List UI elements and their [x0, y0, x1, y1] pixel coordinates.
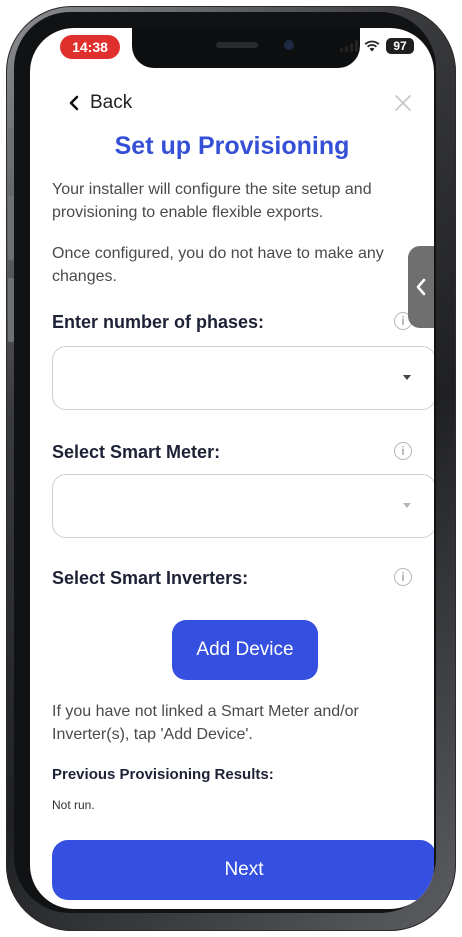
app-screen: 14:38 97 Back Set up Provisioning Your i…: [30, 28, 434, 909]
side-drawer-tab[interactable]: [408, 246, 434, 328]
status-icons: 97: [340, 38, 414, 54]
phases-select[interactable]: [52, 346, 434, 410]
previous-results-value: Not run.: [52, 798, 95, 812]
previous-results-label: Previous Provisioning Results:: [52, 766, 274, 783]
add-device-button[interactable]: Add Device: [172, 620, 318, 680]
info-icon[interactable]: i: [394, 568, 412, 586]
page-title: Set up Provisioning: [114, 132, 350, 160]
info-icon[interactable]: i: [394, 442, 412, 460]
chevron-down-icon: [403, 375, 411, 380]
wifi-icon: [364, 40, 380, 52]
close-icon[interactable]: [392, 92, 414, 114]
intro-text: Your installer will configure the site s…: [52, 181, 372, 221]
back-button[interactable]: Back: [68, 92, 132, 114]
battery-indicator: 97: [386, 38, 414, 54]
chevron-left-icon: [416, 278, 426, 296]
speaker-grille: [216, 42, 258, 48]
back-label: Back: [90, 92, 133, 113]
smart-meter-select[interactable]: [52, 474, 434, 538]
smart-meter-label: Select Smart Meter:: [52, 442, 221, 462]
intro-text-secondary: Once configured, you do not have to make…: [52, 245, 384, 285]
status-time: 14:38: [60, 35, 120, 59]
front-camera: [284, 40, 294, 50]
signal-icon: [340, 40, 358, 52]
next-button[interactable]: Next: [52, 840, 434, 900]
chevron-left-icon: [69, 95, 79, 111]
chevron-down-icon: [403, 503, 411, 508]
add-device-hint: If you have not linked a Smart Meter and…: [52, 703, 359, 743]
smart-inverters-label: Select Smart Inverters:: [52, 568, 249, 588]
phases-label: Enter number of phases:: [52, 312, 265, 332]
notch: [132, 28, 360, 68]
